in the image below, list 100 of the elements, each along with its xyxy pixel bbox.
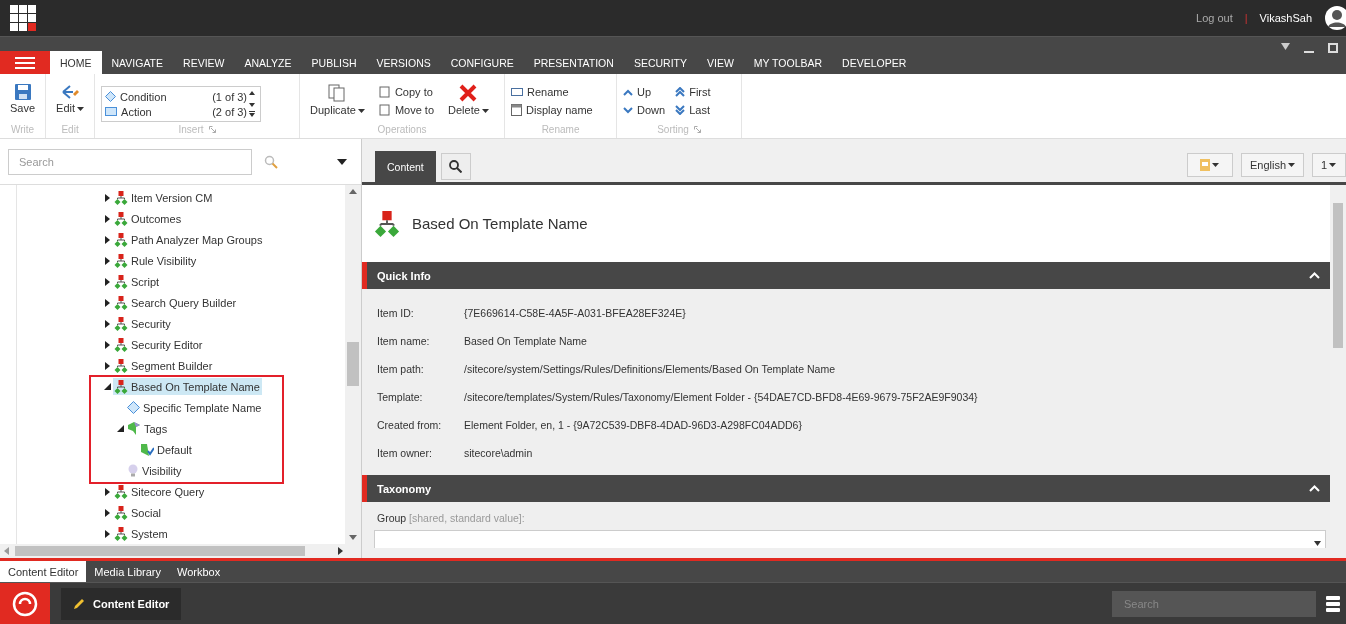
maximize-icon[interactable]	[1328, 43, 1338, 53]
collapsed-triangle-icon[interactable]	[104, 256, 110, 265]
collapsed-triangle-icon[interactable]	[104, 235, 110, 244]
tree-item[interactable]: Security Editor	[113, 336, 205, 353]
bottom-tab[interactable]: Content Editor	[0, 561, 87, 582]
tree-item[interactable]: Segment Builder	[113, 357, 215, 374]
bottom-tab[interactable]: Workbox	[168, 561, 229, 582]
rectangle-icon	[105, 107, 118, 116]
ribbon-tab[interactable]: VERSIONS	[366, 51, 441, 74]
tree-item[interactable]: Path Analyzer Map Groups	[113, 231, 265, 248]
tree-item[interactable]: Script	[113, 273, 162, 290]
menu-button[interactable]	[0, 51, 50, 74]
scrollbar-thumb[interactable]	[1333, 203, 1343, 348]
chevron-up-icon	[623, 88, 634, 96]
group-label: Rename	[540, 124, 581, 137]
group-label: Operations	[376, 124, 428, 137]
expanded-triangle-icon[interactable]	[103, 383, 111, 390]
scrollbar-thumb[interactable]	[347, 342, 359, 386]
user-name: VikashSah	[1259, 12, 1312, 24]
scroll-arrows-icon[interactable]	[247, 89, 258, 119]
collapsed-triangle-icon[interactable]	[104, 193, 110, 202]
content-tab[interactable]: Content	[375, 151, 436, 182]
rename-button[interactable]: Rename	[511, 84, 593, 100]
save-button[interactable]: Save	[6, 78, 40, 114]
collapsed-triangle-icon[interactable]	[104, 340, 110, 349]
tree-item[interactable]: Visibility	[126, 462, 184, 479]
up-button[interactable]: Up	[623, 84, 666, 100]
collapsed-triangle-icon[interactable]	[104, 319, 110, 328]
app-grid-icon[interactable]	[10, 4, 37, 32]
tree-item[interactable]: Outcomes	[113, 210, 184, 227]
tree-item[interactable]: Item Version CM	[113, 189, 215, 206]
field-value: Element Folder, en, 1 - {9A72C539-DBF8-4DAD-96D3-A298FC04ADD6}	[464, 419, 802, 431]
section-header[interactable]: Quick Info	[362, 262, 1330, 289]
collapsed-triangle-icon[interactable]	[104, 508, 110, 517]
down-button[interactable]: Down	[623, 102, 666, 118]
first-button[interactable]: First	[675, 84, 711, 100]
list-icon[interactable]	[1326, 595, 1340, 612]
tree-item[interactable]: Specific Template Name	[126, 399, 264, 416]
collapsed-triangle-icon[interactable]	[104, 298, 110, 307]
language-dropdown[interactable]: English	[1240, 152, 1304, 177]
dropdown-icon[interactable]	[1281, 43, 1290, 50]
collapsed-triangle-icon[interactable]	[104, 529, 110, 538]
tree-item[interactable]: Sitecore Query	[113, 483, 207, 500]
scroll-down-icon[interactable]	[349, 535, 357, 540]
double-chevron-up-icon	[675, 87, 686, 97]
insert-option[interactable]: Condition (1 of 3)	[105, 89, 248, 104]
ribbon-tab[interactable]: REVIEW	[173, 51, 235, 74]
section-header[interactable]: Taxonomy	[362, 475, 1330, 502]
scrollbar[interactable]	[345, 185, 361, 544]
hierarchy-icon	[374, 210, 400, 237]
scrollbar-thumb[interactable]	[15, 546, 305, 556]
tree-item[interactable]: Search Query Builder	[113, 294, 239, 311]
search-field[interactable]: Search	[8, 148, 252, 175]
ribbon-tab[interactable]: CONFIGURE	[440, 51, 524, 74]
avatar-icon[interactable]	[1324, 5, 1346, 31]
tree-item[interactable]: Social	[113, 504, 163, 521]
collapsed-triangle-icon[interactable]	[104, 361, 110, 370]
scroll-up-icon[interactable]	[349, 189, 357, 194]
tree-item[interactable]: Rule Visibility	[113, 252, 199, 269]
taskbar-app-button[interactable]: Content Editor	[61, 587, 182, 620]
duplicate-button[interactable]: Duplicate	[306, 78, 369, 116]
logo[interactable]	[0, 582, 50, 624]
insert-option[interactable]: Action (2 of 3)	[105, 104, 248, 119]
last-button[interactable]: Last	[675, 102, 711, 118]
dropdown-icon[interactable]	[337, 158, 347, 165]
documents-icon	[328, 84, 347, 102]
ribbon-tab[interactable]: MY TOOLBAR	[743, 51, 833, 74]
search-button[interactable]	[440, 153, 471, 180]
scroll-right-icon[interactable]	[338, 547, 343, 555]
collapsed-triangle-icon[interactable]	[104, 277, 110, 286]
version-dropdown[interactable]: 1	[1312, 152, 1346, 177]
swirl-logo-icon	[12, 590, 38, 617]
collapsed-triangle-icon[interactable]	[104, 214, 110, 223]
ribbon-tab[interactable]: ANALYZE	[234, 51, 302, 74]
tree-item[interactable]: Security	[113, 315, 173, 332]
bottom-tab[interactable]: Media Library	[86, 561, 169, 582]
diamond-icon	[127, 401, 140, 414]
ribbon-tab[interactable]: HOME	[50, 51, 102, 74]
tree-item[interactable]: Based On Template Name	[113, 378, 262, 395]
ribbon-tab[interactable]: DEVELOPER	[832, 51, 917, 74]
select-field[interactable]	[374, 530, 1326, 548]
scrollbar[interactable]	[0, 544, 361, 558]
tree-item[interactable]: Tags	[126, 420, 170, 437]
hierarchy-icon	[114, 316, 128, 331]
edit-button[interactable]: Edit	[52, 78, 89, 114]
copy-to-button[interactable]: Copy to	[378, 84, 435, 100]
move-to-button[interactable]: Move to	[378, 102, 435, 118]
tree-item[interactable]: System	[113, 525, 170, 542]
ribbon-tab[interactable]: SECURITY	[623, 51, 697, 74]
window-icon	[511, 104, 523, 116]
ribbon-tab[interactable]: VIEW	[696, 51, 744, 74]
expanded-triangle-icon[interactable]	[116, 425, 124, 432]
display-name-button[interactable]: Display name	[511, 102, 593, 118]
ribbon-tab[interactable]: PUBLISH	[301, 51, 367, 74]
delete-button[interactable]: Delete	[444, 78, 493, 116]
ribbon-tab[interactable]: PRESENTATION	[523, 51, 624, 74]
collapsed-triangle-icon[interactable]	[104, 487, 110, 496]
logout-link[interactable]: Log out	[1196, 12, 1233, 24]
ribbon-tab[interactable]: NAVIGATE	[101, 51, 174, 74]
tree-item[interactable]: Default	[139, 441, 194, 458]
